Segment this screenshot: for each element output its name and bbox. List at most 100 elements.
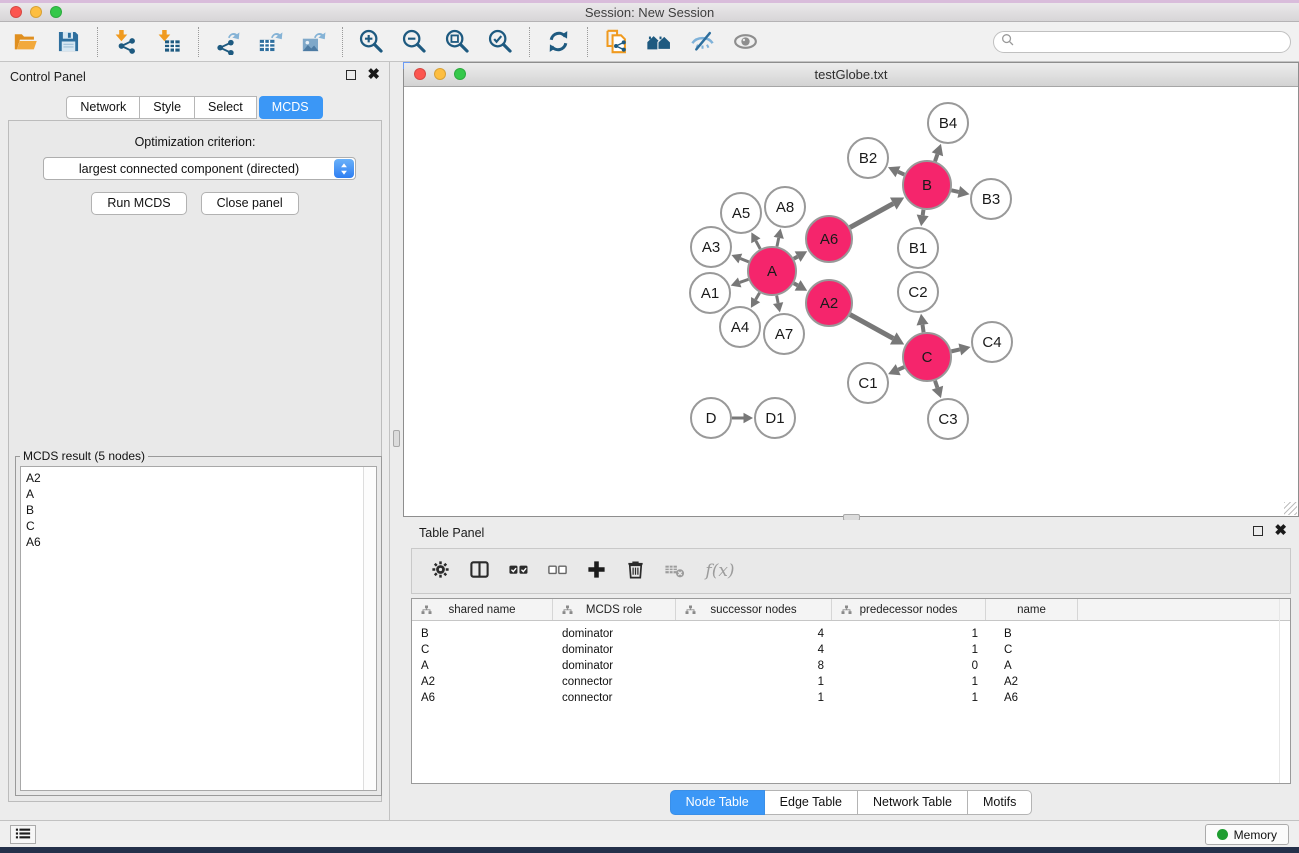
tab-network[interactable]: Network <box>66 96 140 119</box>
cell-name[interactable]: A2 <box>986 676 1078 688</box>
search-input[interactable] <box>1018 33 1282 51</box>
graph-edge-B-B1[interactable] <box>923 210 924 216</box>
graph-edge-B-B4[interactable] <box>935 154 937 161</box>
graph-node-A7[interactable]: A7 <box>764 314 804 354</box>
cell-successor-nodes[interactable]: 4 <box>676 628 832 640</box>
cell-predecessor-nodes[interactable]: 1 <box>832 676 986 688</box>
cell-predecessor-nodes[interactable]: 1 <box>832 644 986 656</box>
graph-node-C[interactable]: C <box>903 333 951 381</box>
graph-edge-A-A7[interactable] <box>777 296 778 303</box>
graph-node-B1[interactable]: B1 <box>898 228 938 268</box>
column-header-name[interactable]: name <box>986 599 1078 620</box>
column-header-predecessor-nodes[interactable]: predecessor nodes <box>832 599 986 620</box>
cell-name[interactable]: A6 <box>986 692 1078 704</box>
memory-button[interactable]: Memory <box>1205 824 1289 845</box>
graph-node-C3[interactable]: C3 <box>928 399 968 439</box>
graph-edge-C-C4[interactable] <box>951 349 959 351</box>
zoom-fit-button[interactable] <box>436 25 479 59</box>
float-panel-icon[interactable] <box>346 70 356 80</box>
check-pair-button[interactable] <box>505 558 531 584</box>
app-titlebar[interactable]: Session: New Session <box>0 3 1299 22</box>
table-row[interactable]: A6connector11A6 <box>412 690 1290 706</box>
graph-node-D1[interactable]: D1 <box>755 398 795 438</box>
cell-name[interactable]: B <box>986 628 1078 640</box>
cell-predecessor-nodes[interactable]: 1 <box>832 628 986 640</box>
zoom-out-button[interactable] <box>393 25 436 59</box>
result-list-item[interactable]: A <box>26 486 376 502</box>
result-list-item[interactable]: A2 <box>26 470 376 486</box>
zoom-in-button[interactable] <box>350 25 393 59</box>
node-table[interactable]: shared nameMCDS rolesuccessor nodesprede… <box>411 598 1291 784</box>
cell-shared-name[interactable]: B <box>412 628 553 640</box>
cell-shared-name[interactable]: C <box>412 644 553 656</box>
graph-edge-A-A2[interactable] <box>794 283 798 285</box>
close-table-panel-icon[interactable]: ✖ <box>1274 526 1287 536</box>
graph-edge-A-A1[interactable] <box>740 279 749 282</box>
graph-node-C4[interactable]: C4 <box>972 322 1012 362</box>
graph-node-A5[interactable]: A5 <box>721 193 761 233</box>
graph-node-B3[interactable]: B3 <box>971 179 1011 219</box>
graph-edge-A-A4[interactable] <box>756 293 760 300</box>
splitpane-gripper-vertical[interactable] <box>393 430 400 447</box>
tab-mcds[interactable]: MCDS <box>259 96 323 119</box>
graph-node-A6[interactable]: A6 <box>806 216 852 262</box>
import-network-button[interactable] <box>105 25 148 59</box>
import-table-button[interactable] <box>148 25 191 59</box>
show-button[interactable] <box>724 25 767 59</box>
cell-MCDS-role[interactable]: connector <box>553 676 676 688</box>
graph-edge-A-A6[interactable] <box>794 257 798 259</box>
cell-shared-name[interactable]: A2 <box>412 676 553 688</box>
cell-successor-nodes[interactable]: 1 <box>676 676 832 688</box>
cell-predecessor-nodes[interactable]: 0 <box>832 660 986 672</box>
tab-network-table[interactable]: Network Table <box>858 790 968 815</box>
task-history-button[interactable] <box>10 825 36 844</box>
cell-MCDS-role[interactable]: dominator <box>553 644 676 656</box>
export-table-button[interactable] <box>249 25 292 59</box>
save-button[interactable] <box>47 25 90 59</box>
graph-edge-A2-C[interactable] <box>850 315 893 339</box>
network-graph[interactable]: B4B2BB3A8A5A6A3B1AA1C2A2A4A7C4CC1C3DD1 <box>404 87 1298 516</box>
graph-node-B[interactable]: B <box>903 161 951 209</box>
criterion-dropdown[interactable]: largest connected component (directed) <box>43 157 356 180</box>
column-header-MCDS-role[interactable]: MCDS role <box>553 599 676 620</box>
graph-edge-C-C3[interactable] <box>935 381 937 388</box>
refresh-button[interactable] <box>537 25 580 59</box>
clipboard-network-button[interactable] <box>595 25 638 59</box>
mcds-result-list[interactable]: A2ABCA6 <box>20 466 377 791</box>
column-header-successor-nodes[interactable]: successor nodes <box>676 599 832 620</box>
resize-grip-icon[interactable] <box>1284 502 1297 515</box>
uncheck-pair-button[interactable] <box>544 558 570 584</box>
network-window-titlebar[interactable]: testGlobe.txt <box>404 63 1298 87</box>
run-mcds-button[interactable]: Run MCDS <box>91 192 186 215</box>
hide-button[interactable] <box>681 25 724 59</box>
cell-successor-nodes[interactable]: 4 <box>676 644 832 656</box>
graph-edge-B-B3[interactable] <box>951 190 958 192</box>
graph-node-A2[interactable]: A2 <box>806 280 852 326</box>
network-canvas[interactable]: B4B2BB3A8A5A6A3B1AA1C2A2A4A7C4CC1C3DD1 <box>404 87 1298 516</box>
graph-node-A8[interactable]: A8 <box>765 187 805 227</box>
add-button[interactable] <box>583 558 609 584</box>
graph-node-B2[interactable]: B2 <box>848 138 888 178</box>
table-scrollbar[interactable] <box>1279 599 1280 783</box>
graph-node-A1[interactable]: A1 <box>690 273 730 313</box>
graph-edge-C-C2[interactable] <box>923 325 924 333</box>
result-list-item[interactable]: C <box>26 518 376 534</box>
cell-name[interactable]: C <box>986 644 1078 656</box>
tab-node-table[interactable]: Node Table <box>670 790 765 815</box>
table-row[interactable]: Bdominator41B <box>412 626 1290 642</box>
result-list-item[interactable]: B <box>26 502 376 518</box>
graph-edge-A6-B[interactable] <box>850 204 893 228</box>
graph-node-A[interactable]: A <box>748 247 796 295</box>
cell-predecessor-nodes[interactable]: 1 <box>832 692 986 704</box>
graph-edge-A-A5[interactable] <box>756 241 760 249</box>
graph-edge-B-B2[interactable] <box>898 172 904 175</box>
table-row[interactable]: Cdominator41C <box>412 642 1290 658</box>
table-row[interactable]: Adominator80A <box>412 658 1290 674</box>
columns-button[interactable] <box>466 558 492 584</box>
tab-motifs[interactable]: Motifs <box>968 790 1032 815</box>
tab-edge-table[interactable]: Edge Table <box>765 790 858 815</box>
graph-edge-A-A8[interactable] <box>777 238 779 247</box>
graph-node-A3[interactable]: A3 <box>691 227 731 267</box>
gear-button[interactable] <box>427 558 453 584</box>
export-network-button[interactable] <box>206 25 249 59</box>
